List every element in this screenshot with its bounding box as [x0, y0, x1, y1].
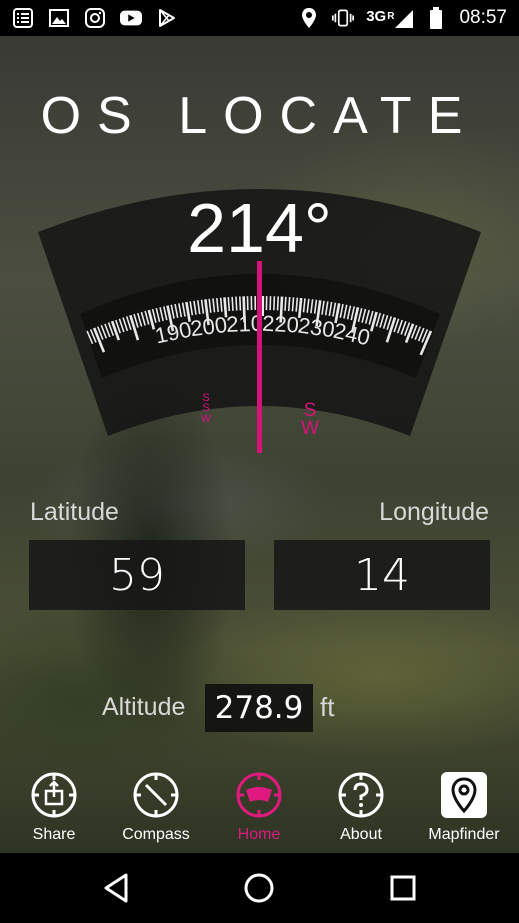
play-store-icon	[156, 7, 178, 29]
battery-icon	[425, 7, 447, 29]
latitude-value: 59	[29, 540, 245, 610]
compass-needle	[257, 261, 262, 453]
dial-tick	[276, 296, 279, 311]
map-pin-icon	[441, 772, 487, 818]
heading-readout: 214°	[187, 189, 332, 267]
recents-icon[interactable]	[386, 871, 420, 905]
longitude-label: Longitude	[379, 498, 489, 526]
dial-tick	[239, 296, 242, 311]
instagram-icon	[84, 7, 106, 29]
notes-icon	[12, 7, 34, 29]
tab-home-label: Home	[237, 826, 281, 843]
dial-tick	[287, 297, 291, 312]
tab-about-label: About	[340, 826, 382, 843]
latitude-label: Latitude	[30, 498, 119, 526]
tab-compass-label: Compass	[122, 826, 190, 843]
tab-share[interactable]: Share	[2, 762, 106, 853]
image-icon	[48, 7, 70, 29]
longitude-value: 14	[274, 540, 490, 610]
compass-icon	[133, 772, 179, 818]
dial-scale-label: 200	[189, 312, 228, 341]
dial-scale-label: 230	[296, 313, 336, 343]
tab-home[interactable]: Home	[207, 762, 311, 853]
location-icon	[298, 7, 320, 29]
dial-tick	[291, 297, 295, 312]
tab-compass[interactable]: Compass	[104, 762, 208, 853]
dial-tick	[284, 296, 287, 311]
tab-mapfinder[interactable]: Mapfinder	[412, 762, 516, 853]
altitude-value: 278.9	[205, 684, 313, 732]
app-title: OS LOCATE	[40, 87, 479, 145]
home-compass-icon	[236, 772, 282, 818]
share-icon	[31, 772, 77, 818]
status-bar: 3G R 08:57	[0, 0, 519, 36]
vibrate-icon	[332, 7, 355, 29]
tab-share-label: Share	[32, 826, 76, 843]
main-screen: OS LOCATE 190 200 210 220 230 240 SSW SW 214°…	[0, 36, 519, 853]
dial-tick	[227, 297, 231, 312]
youtube-icon	[120, 7, 142, 29]
system-nav-bar	[0, 853, 519, 923]
dial-tick	[235, 296, 238, 311]
roaming-indicator: R	[387, 11, 395, 22]
help-icon	[338, 772, 384, 818]
signal-indicator: 3G R	[366, 8, 414, 28]
back-icon[interactable]	[100, 871, 134, 905]
dial-scale-label: 220	[262, 311, 300, 338]
signal-icon	[395, 10, 414, 28]
altitude-unit: ft	[320, 692, 335, 722]
network-type: 3G	[366, 8, 387, 25]
home-icon[interactable]	[242, 871, 276, 905]
dial-tick	[231, 296, 234, 311]
tab-mapfinder-label: Mapfinder	[428, 826, 500, 843]
bottom-tab-bar: Share Compass Home About Mapfinder	[0, 762, 519, 853]
clock: 08:57	[459, 7, 507, 28]
altitude-label: Altitude	[102, 693, 186, 721]
marker-sw: SW	[301, 400, 319, 439]
tab-about[interactable]: About	[309, 762, 413, 853]
